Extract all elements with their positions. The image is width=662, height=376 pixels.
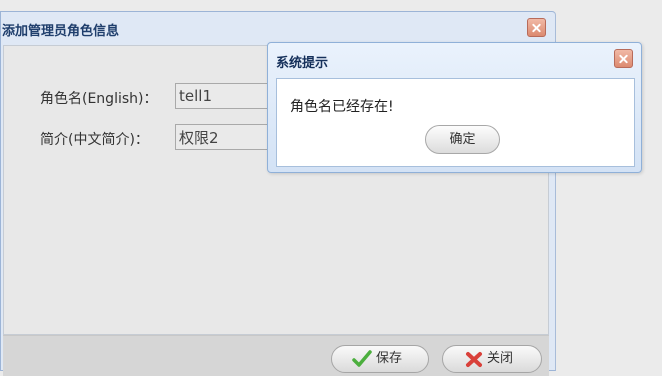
description-label: 简介(中文简介)： — [40, 132, 149, 148]
dialog-title: 系统提示 — [276, 56, 329, 71]
window-close-button[interactable] — [527, 18, 546, 37]
close-button[interactable]: 关闭 — [442, 345, 542, 373]
close-button-label: 关闭 — [487, 351, 514, 366]
cross-icon — [466, 352, 482, 367]
system-alert-dialog: 系统提示 角色名已经存在! 确定 — [267, 42, 642, 173]
dialog-message: 角色名已经存在! — [290, 99, 394, 115]
description-input[interactable] — [175, 124, 271, 150]
role-name-input[interactable] — [175, 83, 271, 109]
checkmark-icon — [352, 350, 372, 367]
dialog-body: 角色名已经存在! 确定 — [276, 78, 635, 167]
window-title: 添加管理员角色信息 — [2, 24, 120, 39]
save-button-label: 保存 — [376, 351, 403, 366]
role-name-label: 角色名(English)： — [40, 91, 158, 107]
dialog-close-button[interactable] — [614, 49, 633, 68]
ok-button[interactable]: 确定 — [425, 125, 500, 154]
window-footer: 保存 关闭 — [3, 335, 549, 376]
save-button[interactable]: 保存 — [331, 345, 429, 373]
